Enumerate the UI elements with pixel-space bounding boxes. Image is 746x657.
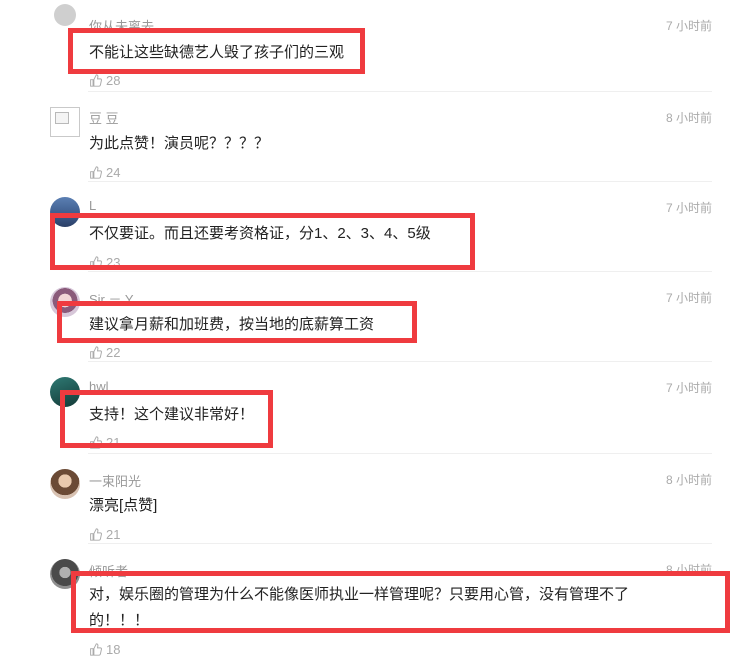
comment-username[interactable]: 一束阳光 [89,471,141,490]
comment-time: 8 小时前 [665,111,712,125]
like-button[interactable]: 22 [89,345,120,360]
like-count: 18 [106,642,121,657]
comment-time: 7 小时前 [665,201,712,215]
avatar[interactable] [50,469,80,499]
comment-time: 8 小时前 [665,473,712,487]
like-button[interactable]: 24 [89,165,120,180]
highlight-box [71,571,730,633]
comment-text: 漂亮[点赞] [89,497,158,514]
like-button[interactable]: 18 [89,642,120,657]
thumbs-up-icon [90,346,102,359]
highlight-box [68,28,365,74]
comment-time: 7 小时前 [665,291,712,305]
comment-username[interactable]: 豆 豆 [89,108,119,127]
like-button[interactable]: 28 [89,73,120,88]
comment-item: 一束阳光 8 小时前 漂亮[点赞] 21 [0,454,746,544]
like-count: 22 [106,345,121,360]
like-count: 24 [106,165,121,180]
thumbs-up-icon [90,528,102,541]
like-button[interactable]: 21 [89,527,120,542]
comment-text: 为此点赞！演员呢？？？？ [89,135,270,152]
comment-username[interactable]: L [89,198,96,213]
highlight-box [57,301,417,343]
thumbs-up-icon [90,643,102,656]
thumbs-up-icon [90,74,102,87]
thumbs-up-icon [90,166,102,179]
highlight-box [60,390,273,448]
comment-time: 7 小时前 [665,19,712,33]
comment-item: 豆 豆 8 小时前 为此点赞！演员呢？？？？ 24 [0,92,746,182]
like-count: 21 [106,527,121,542]
like-count: 28 [106,73,121,88]
broken-image-icon[interactable] [50,107,80,137]
highlight-box [50,213,475,270]
comment-time: 7 小时前 [665,381,712,395]
avatar[interactable] [54,4,76,26]
